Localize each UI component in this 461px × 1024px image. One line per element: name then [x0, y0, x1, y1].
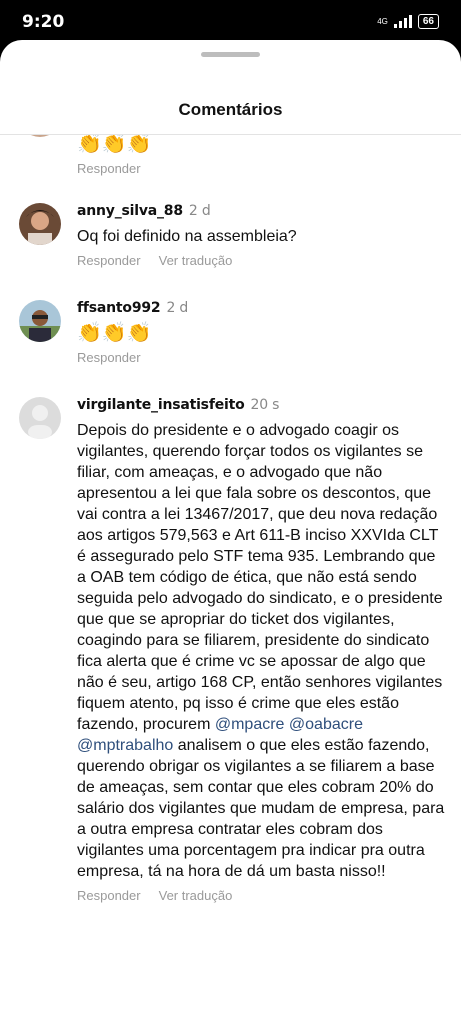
comment-time: 2 d: [166, 300, 189, 316]
mention-link[interactable]: @mpacre: [215, 716, 285, 733]
avatar[interactable]: [19, 300, 61, 342]
comment-text-part1: Depois do presidente e o advogado coagir…: [77, 422, 443, 733]
reply-button[interactable]: Responder: [77, 888, 141, 903]
sheet-title: Comentários: [178, 100, 283, 119]
navigation-bar: [0, 1000, 461, 1024]
battery-icon: 66: [417, 14, 439, 29]
status-bar: 9:20 4G 66: [0, 0, 461, 40]
drag-handle[interactable]: [201, 52, 260, 57]
signal-icon: [393, 15, 412, 28]
network-type: 4G: [377, 16, 388, 26]
comment-username[interactable]: anny_silva_88: [77, 203, 183, 219]
mention-link[interactable]: @oabacre: [289, 716, 363, 733]
reply-button[interactable]: Responder: [77, 253, 141, 268]
mention-link[interactable]: @mptrabalho: [77, 737, 173, 754]
comment-username[interactable]: ffsanto992: [77, 300, 161, 316]
translate-button[interactable]: Ver tradução: [159, 888, 233, 903]
avatar[interactable]: [19, 203, 61, 245]
translate-button[interactable]: Ver tradução: [159, 253, 233, 268]
comments-sheet: Comentários 👏👏👏 Responder anny_silva_88 …: [0, 40, 461, 1024]
comment-text-part2: analisem o que eles estão fazendo, quere…: [77, 737, 445, 880]
reply-button[interactable]: Responder: [77, 350, 141, 365]
comment-list[interactable]: 👏👏👏 Responder anny_silva_88 2 d Oq foi de…: [0, 135, 461, 975]
avatar[interactable]: [19, 135, 61, 137]
comment-text: Oq foi definido na assembleia?: [77, 228, 297, 245]
avatar-placeholder[interactable]: [19, 397, 61, 439]
comment-text: Depois do presidente e o advogado coagir…: [77, 420, 447, 882]
comment-username[interactable]: virgilante_insatisfeito: [77, 397, 245, 413]
comment-text: 👏👏👏: [77, 322, 152, 344]
comment-time: 20 s: [250, 397, 280, 413]
status-time: 9:20: [22, 12, 65, 32]
comment-time: 2 d: [188, 203, 211, 219]
status-icons: 4G 66: [377, 14, 439, 29]
reply-button[interactable]: Responder: [77, 161, 141, 176]
comment-text: 👏👏👏: [77, 135, 152, 155]
